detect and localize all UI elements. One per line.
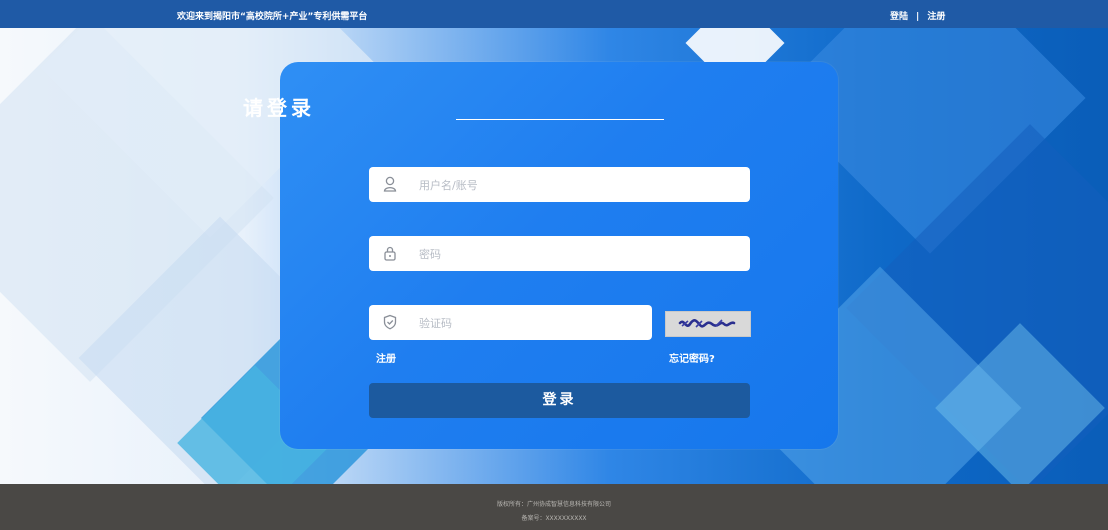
auth-links: 登陆 | 注册 [890, 9, 945, 22]
register-link[interactable]: 注册 [376, 350, 396, 365]
password-input[interactable] [417, 236, 741, 273]
password-field[interactable] [369, 236, 750, 273]
username-input[interactable] [417, 167, 741, 204]
top-login-link[interactable]: 登陆 [890, 12, 908, 22]
captcha-field[interactable] [369, 305, 652, 342]
auth-separator: | [916, 12, 920, 22]
footer: 版权所有：广州协成智慧信息科技有限公司 备案号：XXXXXXXXXX [0, 484, 1108, 530]
lock-icon [383, 245, 397, 261]
login-title: 请登录 [243, 96, 315, 120]
title-underline [456, 119, 664, 120]
shield-icon [383, 314, 397, 330]
welcome-text: 欢迎来到揭阳市“高校院所+产业”专利供需平台 [177, 12, 368, 22]
captcha-image[interactable] [665, 311, 751, 337]
top-register-link[interactable]: 注册 [927, 12, 945, 22]
top-bar: 欢迎来到揭阳市“高校院所+产业”专利供需平台 登陆 | 注册 [0, 0, 1108, 28]
footer-record-number: 备案号：XXXXXXXXXX [521, 515, 587, 522]
footer-copyright: 版权所有：广州协成智慧信息科技有限公司 [496, 501, 611, 508]
captcha-input[interactable] [417, 305, 641, 342]
username-field[interactable] [369, 167, 750, 204]
login-button[interactable]: 登录 [369, 383, 750, 418]
user-icon [383, 176, 397, 192]
forgot-password-link[interactable]: 忘记密码? [669, 350, 715, 365]
